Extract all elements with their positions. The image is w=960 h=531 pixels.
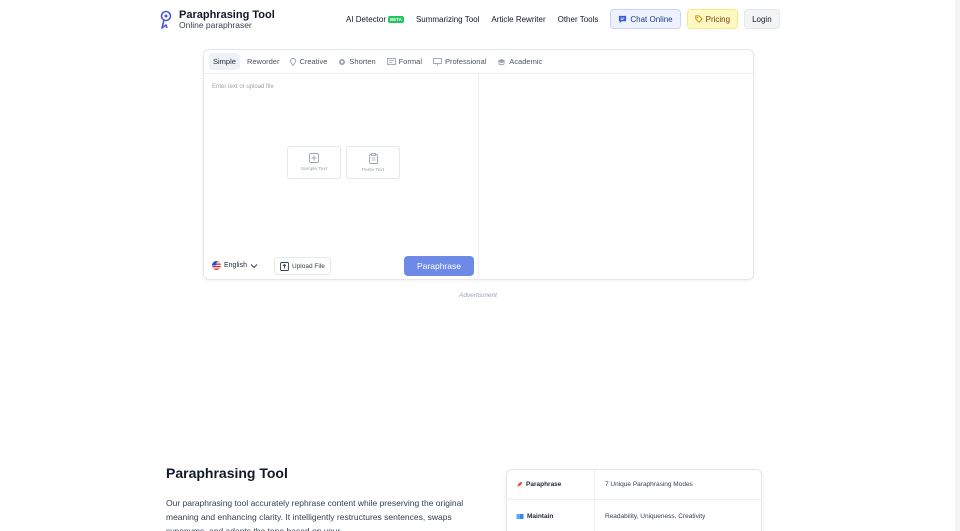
language-select[interactable]: English (212, 261, 258, 270)
page-scrollbar[interactable] (955, 0, 960, 531)
book-icon (516, 513, 524, 519)
feature-key-label: Maintain (527, 512, 554, 520)
paste-text-label: Paste Text (361, 167, 385, 173)
input-placeholder: Enter text or upload file (212, 84, 274, 90)
nav-ai-detector-label: AI Detector (346, 14, 387, 24)
feature-row: Paraphrase 7 Unique Paraphrasing Modes (507, 470, 761, 500)
site-header: Paraphrasing Tool Online paraphraser AI … (0, 0, 960, 40)
pricing-label: Pricing (705, 14, 731, 24)
feature-key: Paraphrase (507, 470, 595, 499)
feature-key-label: Paraphrase (526, 481, 562, 488)
tab-simple[interactable]: Simple (209, 53, 240, 70)
nav-article-rewriter[interactable]: Article Rewriter (491, 15, 545, 24)
sample-text-button[interactable]: Sample Text (287, 146, 341, 179)
nav-summarizing-tool[interactable]: Summarizing Tool (416, 15, 479, 24)
upload-icon (280, 261, 289, 271)
sample-text-label: Sample Text (300, 167, 328, 172)
tag-icon (694, 15, 703, 23)
mode-tabs: Simple Reworder Creative Shorten Formal … (204, 50, 753, 74)
beta-badge: BETA (388, 15, 404, 23)
graduation-cap-icon (497, 58, 506, 65)
feature-table: Paraphrase 7 Unique Paraphrasing Modes M… (506, 469, 762, 531)
feature-row: Maintain Readability, Uniqueness, Creati… (507, 501, 761, 531)
tab-shorten-label: Shorten (349, 57, 376, 66)
paste-text-button[interactable]: Paste Text (346, 146, 400, 179)
upload-file-button[interactable]: Upload File (274, 257, 331, 275)
nav-other-tools[interactable]: Other Tools (558, 15, 599, 24)
input-pane[interactable]: Enter text or upload file Sample Text Pa… (204, 74, 479, 279)
tab-shorten[interactable]: Shorten (334, 53, 379, 70)
chevron-down-icon (250, 263, 258, 268)
document-icon (386, 58, 396, 65)
tab-creative-label: Creative (299, 57, 328, 66)
section-title: Paraphrasing Tool (166, 465, 288, 481)
language-label: English (224, 262, 247, 269)
pricing-button[interactable]: Pricing (686, 9, 739, 29)
logo[interactable]: Paraphrasing Tool Online paraphraser (158, 9, 275, 30)
chat-online-label: Chat Online (630, 14, 673, 24)
us-flag-icon (212, 261, 221, 270)
feature-value: Readability, Uniqueness, Creativity (605, 512, 706, 520)
feature-value: 7 Unique Paraphrasing Modes (605, 481, 693, 488)
nav-ai-detector[interactable]: AI Detector BETA (346, 15, 404, 24)
tab-academic[interactable]: Academic (493, 53, 546, 70)
tab-academic-label: Academic (509, 57, 543, 66)
output-pane (480, 74, 753, 279)
feature-key: Maintain (507, 501, 595, 531)
tab-formal[interactable]: Formal (383, 53, 426, 70)
gear-icon (339, 58, 346, 65)
paraphrase-editor: Simple Reworder Creative Shorten Formal … (203, 49, 754, 280)
pin-icon (290, 57, 297, 66)
section-paragraph: Our paraphrasing tool accurately rephras… (166, 498, 464, 531)
tab-reworder[interactable]: Reworder (243, 53, 284, 70)
advertisement-label: Advertisment (459, 292, 497, 299)
chat-online-button[interactable]: Chat Online (610, 9, 681, 29)
paraphrase-button[interactable]: Paraphrase (404, 256, 474, 276)
tab-creative[interactable]: Creative (286, 53, 331, 70)
rocket-icon (516, 481, 523, 488)
tab-formal-label: Formal (398, 57, 423, 66)
tab-professional-label: Professional (445, 57, 487, 66)
clipboard-icon (368, 152, 378, 164)
chat-icon (619, 15, 627, 23)
tab-professional[interactable]: Professional (429, 53, 490, 70)
upload-file-label: Upload File (292, 262, 325, 270)
login-button[interactable]: Login (744, 9, 780, 29)
logo-subtitle: Online paraphraser (179, 20, 252, 31)
main-nav: AI Detector BETA Summarizing Tool Articl… (346, 9, 786, 29)
logo-icon (160, 10, 172, 29)
add-icon (309, 153, 319, 163)
presentation-icon (433, 57, 442, 65)
